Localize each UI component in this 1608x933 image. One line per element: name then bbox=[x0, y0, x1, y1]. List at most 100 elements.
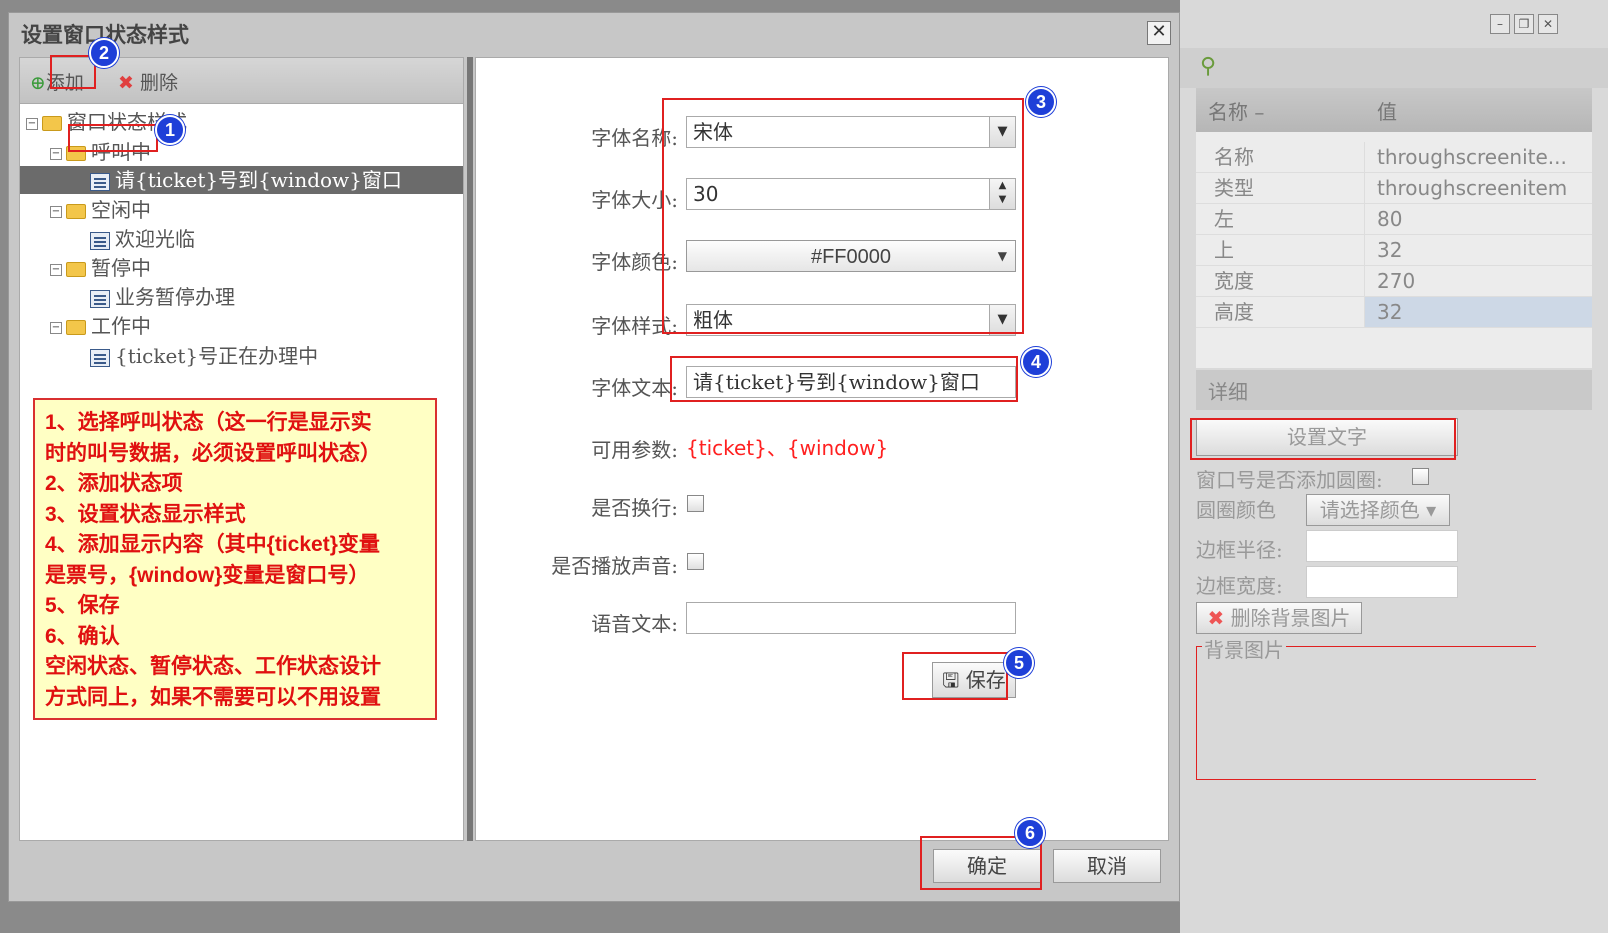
property-value: 80 bbox=[1377, 207, 1403, 231]
minimize-icon[interactable]: – bbox=[1490, 14, 1510, 34]
annotation-box-calling bbox=[68, 124, 158, 152]
tree-item-calling-text[interactable]: 请{ticket}号到{window}窗口 bbox=[20, 166, 463, 194]
zoom-icon[interactable]: ⚲ bbox=[1200, 54, 1216, 79]
property-value: throughscreenite... bbox=[1377, 145, 1567, 169]
wrap-label: 是否换行: bbox=[591, 496, 678, 520]
step-badge-2: 2 bbox=[89, 38, 119, 68]
circle-checkbox[interactable] bbox=[1412, 468, 1429, 485]
property-name: 宽度 bbox=[1196, 266, 1365, 296]
tree-node-working[interactable]: − 工作中 bbox=[50, 312, 151, 340]
property-name: 上 bbox=[1196, 235, 1365, 265]
property-toolbar: ⚲ bbox=[1180, 48, 1608, 88]
text-item-icon bbox=[90, 231, 110, 250]
property-name: 名称 bbox=[1196, 142, 1365, 172]
tree-item-paused-text[interactable]: 业务暂停办理 bbox=[90, 283, 235, 311]
property-grid-header: 名称 – 值 bbox=[1196, 88, 1592, 132]
text-item-icon bbox=[90, 348, 110, 367]
font-style-label: 字体样式: bbox=[591, 314, 678, 338]
sound-checkbox[interactable] bbox=[687, 553, 704, 570]
column-value-header[interactable]: 值 bbox=[1365, 88, 1409, 132]
params-label: 可用参数: bbox=[591, 438, 678, 462]
font-size-label: 字体大小: bbox=[591, 188, 678, 212]
step-badge-5: 5 bbox=[1004, 648, 1034, 678]
property-value: 32 bbox=[1377, 238, 1403, 262]
note-line: 4、添加显示内容（其中{ticket}变量 bbox=[45, 533, 380, 556]
property-value: 32 bbox=[1365, 297, 1592, 327]
text-item-icon bbox=[90, 289, 110, 308]
params-value: {ticket}、{window} bbox=[686, 436, 889, 460]
annotation-box-style bbox=[662, 98, 1024, 334]
delete-button[interactable]: ✖ 删除 bbox=[118, 68, 178, 95]
column-name-header[interactable]: 名称 – bbox=[1196, 88, 1365, 132]
property-value: throughscreenitem bbox=[1377, 176, 1568, 200]
annotation-box-text bbox=[670, 356, 1018, 402]
instruction-note: 1、选择呼叫状态（这一行是显示实 时的叫号数据，必须设置呼叫状态） 2、添加状态… bbox=[33, 398, 437, 720]
tree-node-idle[interactable]: − 空闲中 bbox=[50, 196, 151, 224]
delete-icon: ✖ bbox=[118, 72, 134, 94]
property-grid: 名称 – 值 名称 throughscreenite... 类型 throughsc… bbox=[1196, 88, 1592, 368]
collapse-icon[interactable]: − bbox=[50, 263, 62, 276]
detail-header: 详细 bbox=[1196, 370, 1592, 410]
cancel-button[interactable]: 取消 bbox=[1053, 849, 1161, 883]
collapse-icon[interactable]: − bbox=[50, 147, 62, 160]
voice-text-input[interactable] bbox=[686, 602, 1016, 634]
note-line: 5、保存 bbox=[45, 594, 120, 617]
note-line: 方式同上，如果不需要可以不用设置 bbox=[45, 685, 381, 709]
annotation-box-save bbox=[902, 652, 1008, 700]
step-badge-4: 4 bbox=[1021, 347, 1051, 377]
bg-image-legend: 背景图片 bbox=[1202, 634, 1286, 663]
note-line: 空闲状态、暂停状态、工作状态设计 bbox=[45, 655, 381, 678]
detail-panel: 设置文字 窗口号是否添加圆圈: 圆圈颜色 请选择颜色 ▾ 边框半径: 边框宽度:… bbox=[1196, 412, 1576, 922]
folder-icon bbox=[66, 320, 86, 335]
note-line: 1、选择呼叫状态（这一行是显示实 bbox=[45, 411, 372, 434]
close-icon[interactable]: ✕ bbox=[1538, 14, 1558, 34]
property-row[interactable]: 宽度 270 bbox=[1196, 266, 1592, 297]
note-line: 2、添加状态项 bbox=[45, 472, 183, 495]
border-radius-label: 边框半径: bbox=[1196, 538, 1283, 562]
note-line: 6、确认 bbox=[45, 624, 120, 648]
property-row[interactable]: 上 32 bbox=[1196, 235, 1592, 266]
collapse-icon[interactable]: − bbox=[50, 321, 62, 334]
voice-label: 语音文本: bbox=[591, 612, 678, 636]
property-row[interactable]: 左 80 bbox=[1196, 204, 1592, 235]
property-panel: – ❐ ✕ ⚲ 名称 – 值 名称 throughscreenite... 类型 t… bbox=[1180, 0, 1608, 933]
step-badge-3: 3 bbox=[1026, 87, 1056, 117]
step-badge-6: 6 bbox=[1015, 818, 1045, 848]
property-name: 高度 bbox=[1196, 297, 1365, 327]
property-name: 类型 bbox=[1196, 173, 1365, 203]
circle-color-select[interactable]: 请选择颜色 ▾ bbox=[1306, 494, 1450, 526]
step-badge-1: 1 bbox=[155, 115, 185, 145]
panel-splitter[interactable] bbox=[467, 57, 473, 841]
close-icon[interactable]: ✕ bbox=[1147, 21, 1171, 45]
sound-label: 是否播放声音: bbox=[551, 554, 678, 578]
tree-item-idle-text[interactable]: 欢迎光临 bbox=[90, 225, 195, 253]
note-line: 3、设置状态显示样式 bbox=[45, 502, 246, 526]
add-icon: ⊕ bbox=[30, 72, 46, 94]
note-line: 时的叫号数据，必须设置呼叫状态） bbox=[45, 441, 381, 465]
tree-node-paused[interactable]: − 暂停中 bbox=[50, 254, 151, 282]
font-color-label: 字体颜色: bbox=[591, 250, 678, 274]
collapse-icon[interactable]: − bbox=[50, 205, 62, 218]
restore-icon[interactable]: ❐ bbox=[1514, 14, 1534, 34]
collapse-icon[interactable]: − bbox=[26, 117, 38, 130]
property-name: 左 bbox=[1196, 204, 1365, 234]
property-row[interactable]: 名称 throughscreenite... bbox=[1196, 142, 1592, 173]
property-row[interactable]: 高度 32 bbox=[1196, 297, 1592, 328]
annotation-box-set-text bbox=[1190, 418, 1456, 460]
tree-item-working-text[interactable]: {ticket}号正在办理中 bbox=[90, 342, 318, 370]
folder-icon bbox=[42, 116, 62, 131]
delete-icon: ✖ bbox=[1207, 606, 1225, 630]
delete-bg-button[interactable]: ✖ 删除背景图片 bbox=[1196, 602, 1362, 634]
property-row[interactable]: 类型 throughscreenitem bbox=[1196, 173, 1592, 204]
folder-icon bbox=[66, 204, 86, 219]
border-width-input[interactable] bbox=[1306, 566, 1458, 598]
font-name-label: 字体名称: bbox=[591, 126, 678, 150]
wrap-checkbox[interactable] bbox=[687, 495, 704, 512]
property-value: 270 bbox=[1377, 269, 1416, 293]
border-width-label: 边框宽度: bbox=[1196, 574, 1283, 598]
bg-image-fieldset bbox=[1196, 646, 1536, 780]
text-item-icon bbox=[90, 172, 110, 191]
border-radius-input[interactable] bbox=[1306, 530, 1458, 562]
note-line: 是票号，{window}变量是窗口号） bbox=[45, 563, 370, 587]
font-text-label: 字体文本: bbox=[591, 376, 678, 400]
